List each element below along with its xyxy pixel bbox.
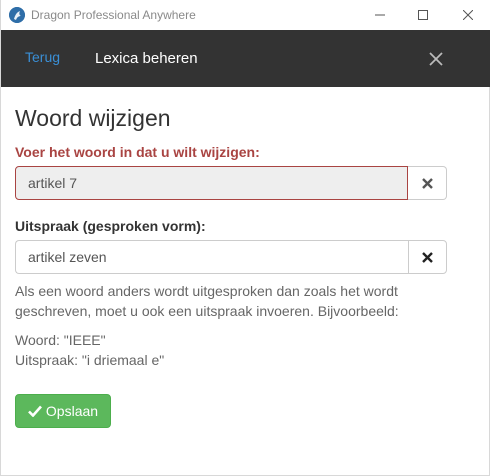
back-link[interactable]: Terug bbox=[25, 49, 60, 65]
header-title: Lexica beheren bbox=[95, 50, 198, 67]
window-title: Dragon Professional Anywhere bbox=[31, 8, 196, 22]
minimize-icon bbox=[375, 14, 385, 16]
page-title: Woord wijzigen bbox=[15, 105, 171, 131]
header-close-button[interactable] bbox=[423, 46, 449, 72]
title-bar: Dragon Professional Anywhere bbox=[1, 0, 490, 30]
pronunciation-label: Uitspraak (gesproken vorm): bbox=[15, 218, 206, 234]
clear-x-icon bbox=[422, 251, 433, 263]
app-window: Dragon Professional Anywhere Terug Lexic… bbox=[0, 0, 490, 476]
save-label: Opslaan bbox=[45, 403, 99, 419]
close-icon bbox=[463, 10, 473, 20]
maximize-button[interactable] bbox=[400, 0, 446, 30]
word-input-group bbox=[15, 166, 447, 200]
example-word: Woord: "IEEE" bbox=[15, 332, 106, 348]
window-close-button[interactable] bbox=[445, 0, 490, 30]
checkmark-icon bbox=[28, 405, 42, 417]
minimize-button[interactable] bbox=[357, 0, 403, 30]
pronunciation-input-group bbox=[15, 240, 447, 274]
save-button[interactable]: Opslaan bbox=[15, 394, 111, 428]
pronunciation-input[interactable] bbox=[15, 240, 408, 274]
dragon-logo-icon bbox=[9, 7, 25, 23]
close-icon bbox=[429, 52, 443, 66]
word-input[interactable] bbox=[15, 166, 408, 200]
maximize-icon bbox=[418, 10, 428, 20]
help-text: Als een woord anders wordt uitgesproken … bbox=[15, 283, 399, 319]
clear-pronunciation-button[interactable] bbox=[408, 240, 447, 274]
clear-word-button[interactable] bbox=[408, 166, 447, 200]
page-header: Terug Lexica beheren bbox=[1, 30, 490, 87]
clear-x-icon bbox=[421, 177, 433, 189]
word-label: Voer het woord in dat u wilt wijzigen: bbox=[15, 144, 260, 160]
example-pronunciation: Uitspraak: "i driemaal e" bbox=[15, 352, 165, 368]
